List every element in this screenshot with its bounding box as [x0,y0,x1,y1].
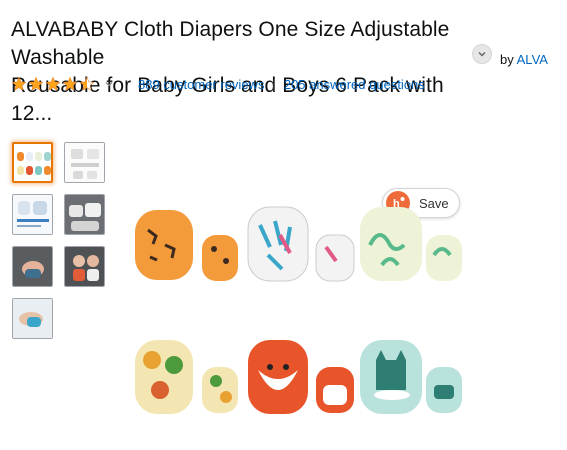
star-full-icon [11,76,27,91]
separator: | [272,76,276,92]
thumbnail-image[interactable] [64,246,105,287]
chevron-down-icon [478,51,486,57]
diaper-orange-horse [135,210,238,281]
thumbnail-image[interactable] [64,142,105,183]
main-product-image[interactable] [130,195,470,445]
thumbnail-image[interactable] [12,298,53,339]
rating-row: 889 customer reviews | 205 answered ques… [11,75,425,93]
product-title-line1: ALVABABY Cloth Diapers One Size Adjustab… [11,18,450,69]
thumbnail-image[interactable] [12,142,53,183]
diaper-owl [135,340,238,414]
byline: by ALVA [500,52,548,67]
chevron-down-icon [105,82,113,87]
answered-questions-link[interactable]: 205 answered questions [284,77,425,92]
byline-prefix: by [500,52,514,67]
diaper-fox [248,340,354,414]
product-title: ALVABABY Cloth Diapers One Size Adjustab… [11,16,481,128]
customer-reviews-link[interactable]: 889 customer reviews [138,77,264,92]
diaper-castle [360,340,462,414]
brand-link[interactable]: ALVA [517,52,548,67]
diaper-dinosaur [360,207,462,281]
star-half-icon [79,76,95,91]
thumbnail-image[interactable] [12,246,53,287]
star-full-icon [28,76,44,91]
expand-title-button[interactable] [472,44,492,64]
star-rating[interactable] [11,76,114,92]
diaper-feather [247,206,355,282]
thumbnail-image[interactable] [64,194,105,235]
star-full-icon [45,76,61,91]
thumbnail-image[interactable] [12,194,53,235]
star-full-icon [62,76,78,91]
